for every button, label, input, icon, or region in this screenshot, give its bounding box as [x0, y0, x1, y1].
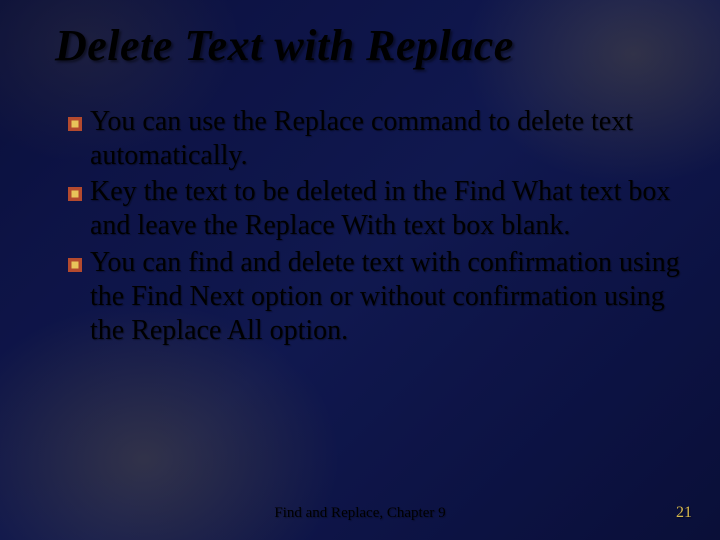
slide-body: You can use the Replace command to delet…: [68, 105, 680, 350]
page-number: 21: [676, 504, 692, 522]
slide-title: Delete Text with Replace: [55, 20, 680, 71]
bullet-text: Key the text to be deleted in the Find W…: [90, 176, 670, 241]
bullet-icon: [68, 246, 90, 280]
slide: Delete Text with Replace You can use the…: [0, 0, 720, 540]
bullet-2: Key the text to be deleted in the Find W…: [68, 175, 680, 243]
bullet-3: You can find and delete text with confir…: [68, 246, 680, 348]
bullet-text: You can use the Replace command to delet…: [90, 106, 633, 171]
bullet-1: You can use the Replace command to delet…: [68, 105, 680, 173]
footer-text: Find and Replace, Chapter 9: [0, 505, 720, 522]
bullet-text: You can find and delete text with confir…: [90, 247, 680, 346]
bullet-icon: [68, 105, 90, 139]
bullet-icon: [68, 175, 90, 209]
